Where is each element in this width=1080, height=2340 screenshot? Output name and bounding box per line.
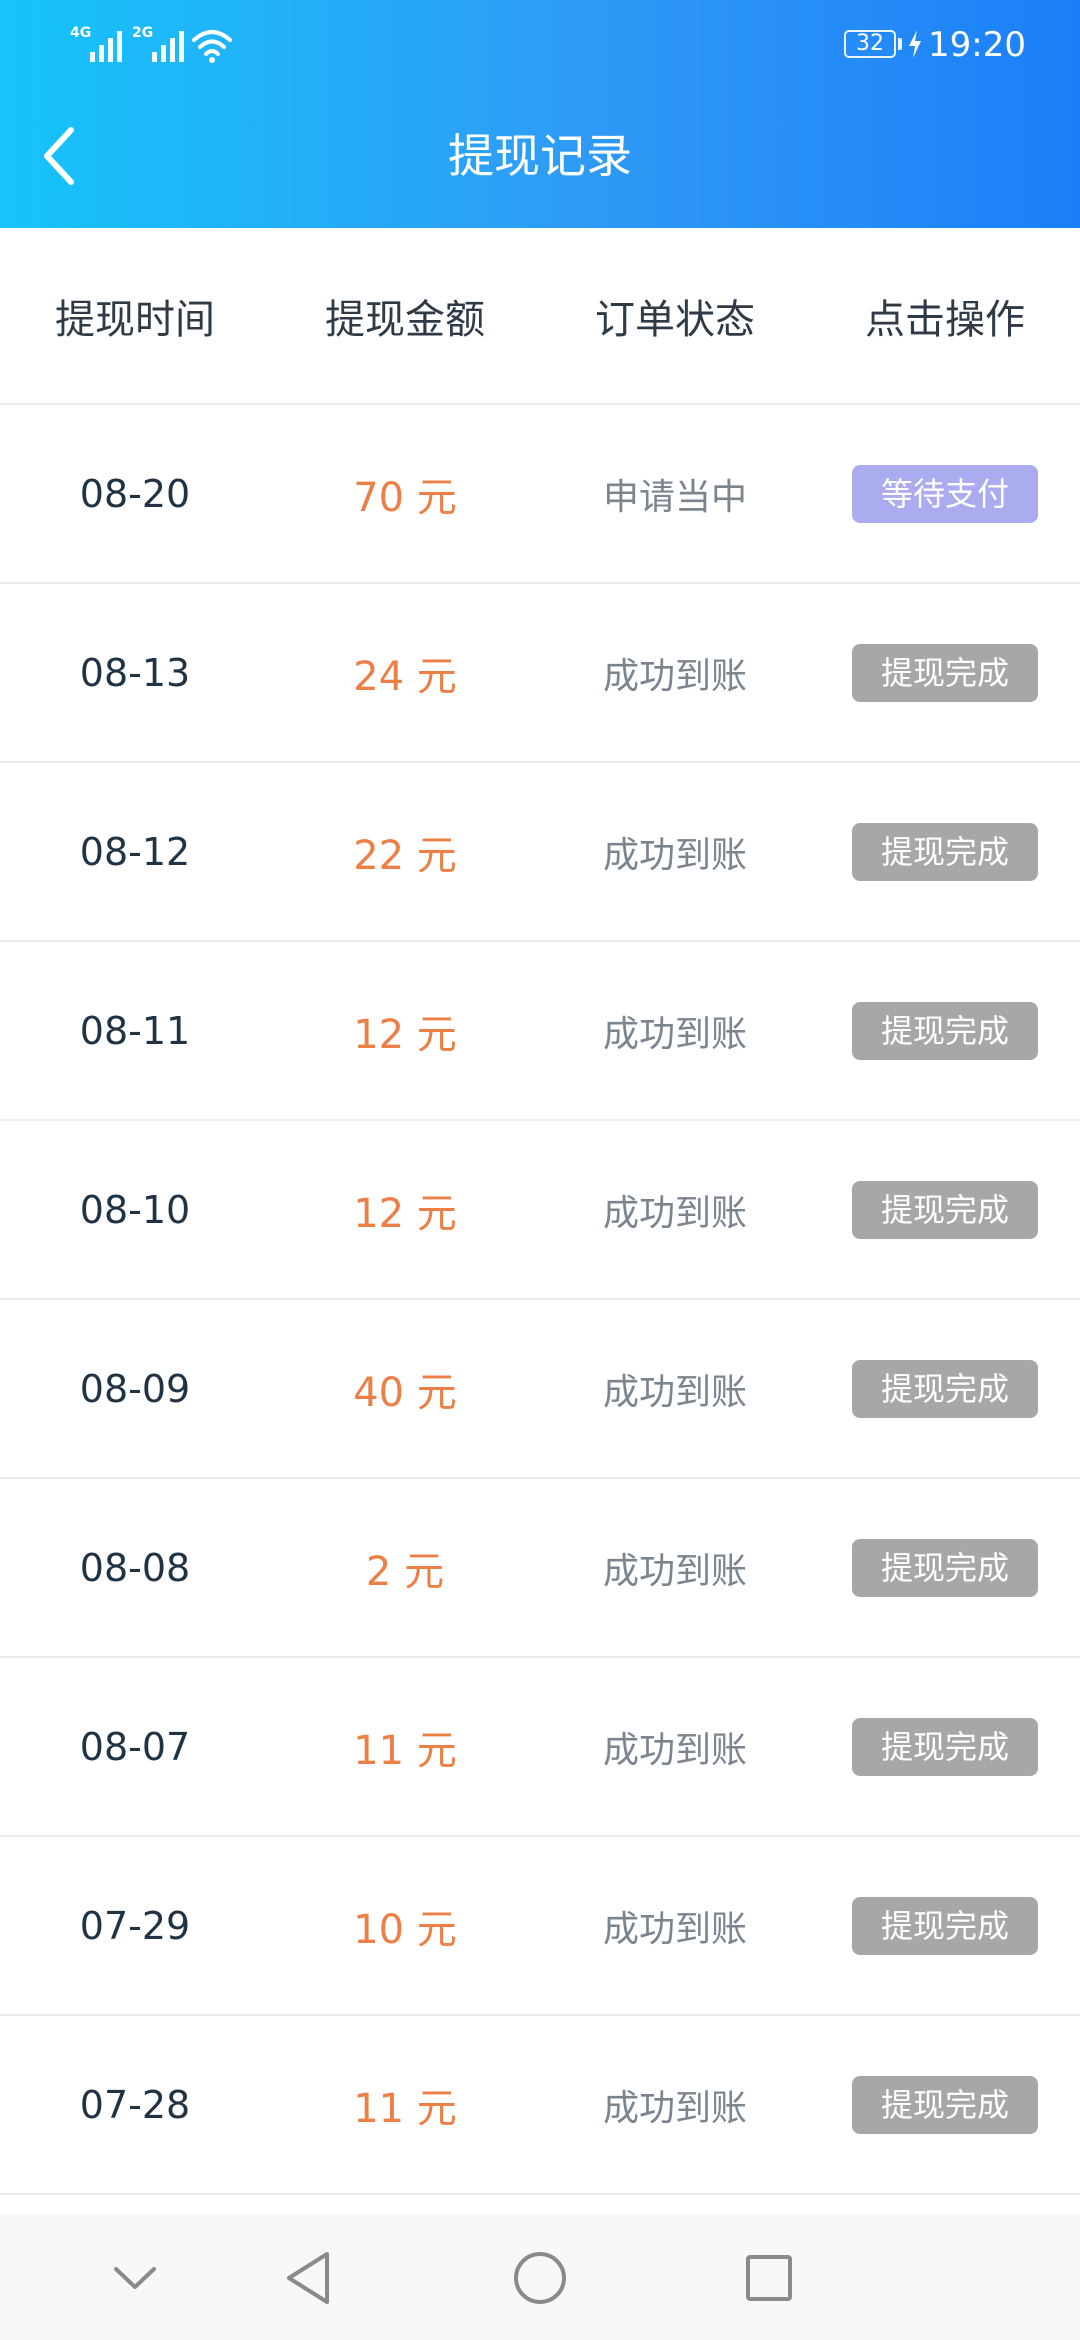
order-status: 成功到账 bbox=[602, 2087, 747, 2129]
wifi-icon bbox=[192, 30, 232, 63]
withdraw-complete-button[interactable]: 提现完成 bbox=[852, 1001, 1038, 1060]
table-row: 08-12 22 元 成功到账 提现完成 bbox=[0, 763, 1080, 942]
order-status: 成功到账 bbox=[602, 1729, 747, 1771]
app-header: 4G 2G 32 19:20 提现记录 bbox=[0, 0, 1080, 228]
column-header-status: 订单状态 bbox=[595, 296, 755, 343]
withdraw-complete-button[interactable]: 提现完成 bbox=[852, 2075, 1038, 2134]
nav-hide-button[interactable] bbox=[90, 2236, 180, 2320]
withdraw-amount: 22 元 bbox=[353, 832, 457, 879]
signal-strength-icon bbox=[152, 26, 184, 62]
withdraw-date: 08-08 bbox=[79, 1545, 191, 1590]
home-circle-icon bbox=[514, 2252, 566, 2304]
battery-tip bbox=[898, 38, 902, 50]
withdraw-complete-button[interactable]: 提现完成 bbox=[852, 1180, 1038, 1239]
action-cell: 提现完成 bbox=[810, 643, 1080, 702]
withdraw-complete-button[interactable]: 提现完成 bbox=[852, 1359, 1038, 1418]
signal-strength-icon bbox=[90, 26, 122, 62]
network-type-label-2: 2G bbox=[132, 25, 154, 41]
withdraw-amount: 70 元 bbox=[353, 474, 457, 521]
withdraw-date: 07-29 bbox=[79, 1903, 191, 1948]
order-status: 成功到账 bbox=[602, 1192, 747, 1234]
withdraw-date: 07-28 bbox=[79, 2082, 191, 2127]
table-row: 08-08 2 元 成功到账 提现完成 bbox=[0, 1479, 1080, 1658]
order-status: 成功到账 bbox=[602, 1371, 747, 1413]
withdraw-date: 08-13 bbox=[79, 650, 191, 695]
nav-back-button[interactable] bbox=[263, 2236, 353, 2320]
withdraw-amount: 2 元 bbox=[365, 1548, 445, 1595]
charging-bolt-icon bbox=[909, 30, 921, 58]
action-cell: 提现完成 bbox=[810, 1717, 1080, 1776]
table-row: 08-10 12 元 成功到账 提现完成 bbox=[0, 1121, 1080, 1300]
table-row: 08-07 11 元 成功到账 提现完成 bbox=[0, 1658, 1080, 1837]
action-cell: 提现完成 bbox=[810, 1359, 1080, 1418]
table-row: 08-20 70 元 申请当中 等待支付 bbox=[0, 405, 1080, 584]
column-header-action: 点击操作 bbox=[865, 296, 1025, 343]
status-bar: 4G 2G 32 19:20 bbox=[0, 0, 1080, 92]
table-row: 08-09 40 元 成功到账 提现完成 bbox=[0, 1300, 1080, 1479]
table-row: 08-13 24 元 成功到账 提现完成 bbox=[0, 584, 1080, 763]
withdraw-date: 08-07 bbox=[79, 1724, 191, 1769]
action-cell: 提现完成 bbox=[810, 1538, 1080, 1597]
order-status: 成功到账 bbox=[602, 1908, 747, 1950]
action-cell: 提现完成 bbox=[810, 2075, 1080, 2134]
chevron-down-icon bbox=[114, 2267, 156, 2289]
withdraw-amount: 24 元 bbox=[353, 653, 457, 700]
status-clock: 19:20 bbox=[928, 25, 1026, 65]
column-header-amount: 提现金额 bbox=[325, 296, 485, 343]
withdraw-complete-button[interactable]: 提现完成 bbox=[852, 822, 1038, 881]
withdraw-amount: 11 元 bbox=[353, 2085, 457, 2132]
withdraw-amount: 11 元 bbox=[353, 1727, 457, 1774]
order-status: 成功到账 bbox=[602, 834, 747, 876]
withdraw-complete-button[interactable]: 提现完成 bbox=[852, 1717, 1038, 1776]
system-navigation-bar bbox=[0, 2214, 1080, 2340]
nav-home-button[interactable] bbox=[495, 2236, 585, 2320]
action-cell: 提现完成 bbox=[810, 1001, 1080, 1060]
withdraw-date: 08-10 bbox=[79, 1187, 191, 1232]
withdraw-date: 08-12 bbox=[79, 829, 191, 874]
recents-square-icon bbox=[746, 2255, 792, 2301]
withdraw-date: 08-20 bbox=[79, 471, 191, 516]
action-cell: 提现完成 bbox=[810, 1896, 1080, 1955]
action-cell: 提现完成 bbox=[810, 1180, 1080, 1239]
withdraw-amount: 40 元 bbox=[353, 1369, 457, 1416]
signal-group-2: 2G bbox=[132, 22, 192, 62]
withdraw-amount: 12 元 bbox=[353, 1190, 457, 1237]
withdraw-complete-button[interactable]: 提现完成 bbox=[852, 1538, 1038, 1597]
table-row: 07-28 11 元 成功到账 提现完成 bbox=[0, 2016, 1080, 2195]
column-header-time: 提现时间 bbox=[55, 296, 215, 343]
withdraw-complete-button[interactable]: 提现完成 bbox=[852, 1896, 1038, 1955]
back-triangle-icon bbox=[287, 2252, 329, 2304]
table-row: 08-11 12 元 成功到账 提现完成 bbox=[0, 942, 1080, 1121]
order-status: 成功到账 bbox=[602, 1550, 747, 1592]
signal-group-1: 4G bbox=[70, 22, 130, 62]
order-status: 成功到账 bbox=[602, 1013, 747, 1055]
withdraw-date: 08-11 bbox=[79, 1008, 191, 1053]
awaiting-payment-button[interactable]: 等待支付 bbox=[852, 464, 1038, 523]
order-status: 成功到账 bbox=[602, 655, 747, 697]
table-row: 07-29 10 元 成功到账 提现完成 bbox=[0, 1837, 1080, 2016]
withdraw-record-table: 提现时间 提现金额 订单状态 点击操作 08-20 70 元 申请当中 等待支付… bbox=[0, 228, 1080, 2195]
nav-recents-button[interactable] bbox=[724, 2236, 814, 2320]
action-cell: 等待支付 bbox=[810, 464, 1080, 523]
withdraw-date: 08-09 bbox=[79, 1366, 191, 1411]
withdraw-amount: 10 元 bbox=[353, 1906, 457, 1953]
withdraw-complete-button[interactable]: 提现完成 bbox=[852, 643, 1038, 702]
page-title: 提现记录 bbox=[448, 129, 632, 183]
battery-icon: 32 bbox=[844, 30, 896, 58]
order-status: 申请当中 bbox=[602, 476, 747, 518]
network-type-label-1: 4G bbox=[70, 25, 92, 41]
action-cell: 提现完成 bbox=[810, 822, 1080, 881]
table-header-row: 提现时间 提现金额 订单状态 点击操作 bbox=[0, 228, 1080, 405]
withdraw-amount: 12 元 bbox=[353, 1011, 457, 1058]
